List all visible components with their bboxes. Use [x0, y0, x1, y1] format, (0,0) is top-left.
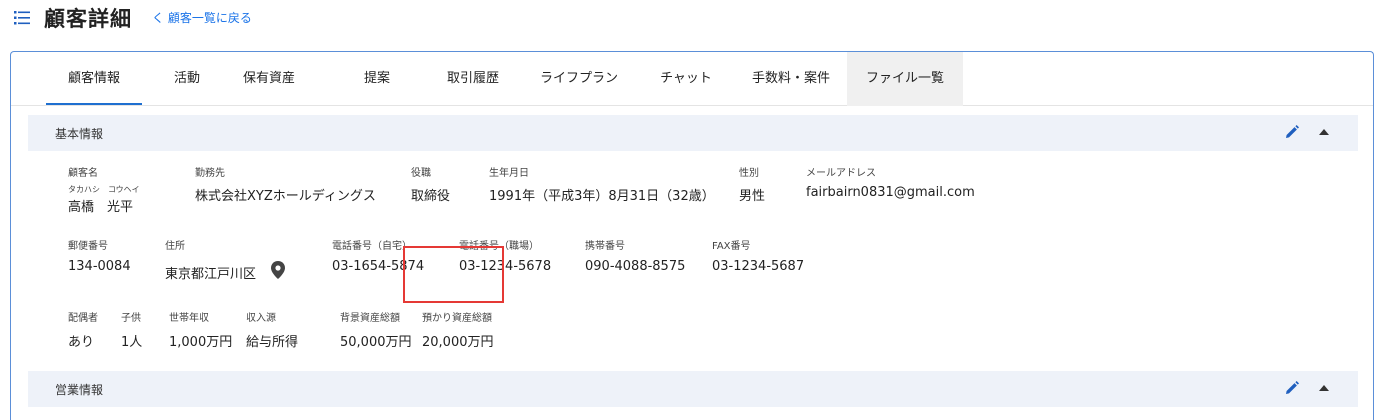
- birthdate-field: 生年月日 1991年（平成3年）8月31日（32歳）: [489, 164, 715, 204]
- field-label: 勤務先: [195, 168, 225, 179]
- field-label: 背景資産総額: [340, 313, 400, 324]
- field-label: FAX番号: [712, 241, 751, 252]
- field-label: 携帯番号: [585, 241, 625, 252]
- address-value: 東京都江戸川区: [165, 267, 257, 282]
- highlight-annotation: [403, 246, 504, 303]
- fax-field: FAX番号 03-1234-5687: [712, 237, 804, 274]
- postal-code-value: 134-0084: [68, 259, 131, 274]
- back-to-list-link[interactable]: く 顧客一覧に戻る: [152, 9, 252, 26]
- customer-name-field: 顧客名 タカハシ コウヘイ 高橋 光平: [68, 164, 140, 215]
- caret-up-icon[interactable]: [1319, 384, 1329, 392]
- household-income-field: 世帯年収 1,000万円: [169, 309, 232, 350]
- tab-chat[interactable]: チャット: [646, 52, 726, 106]
- email-value[interactable]: fairbairn0831@gmail.com: [806, 185, 975, 200]
- birthdate-value: 1991年（平成3年）8月31日（32歳）: [489, 189, 715, 204]
- field-label: 生年月日: [489, 168, 529, 179]
- income-source-value: 給与所得: [246, 335, 299, 350]
- field-label: メールアドレス: [806, 168, 876, 179]
- income-source-field: 収入源 給与所得: [246, 309, 298, 350]
- section-title: 営業情報: [55, 383, 104, 397]
- children-value: 1人: [121, 335, 143, 350]
- customer-detail-card: 顧客情報 活動 保有資産 提案 取引履歴 ライフプラン チャット 手数料・案件 …: [10, 51, 1374, 420]
- spouse-value: あり: [68, 335, 95, 350]
- field-label: 配偶者: [68, 313, 98, 324]
- tab-activity[interactable]: 活動: [161, 52, 213, 106]
- mobile-value: 090-4088-8575: [585, 259, 686, 274]
- tab-customer-info[interactable]: 顧客情報: [46, 52, 142, 105]
- field-label: 性別: [739, 168, 759, 179]
- household-income-value: 1,000万円: [169, 335, 233, 350]
- tab-life-plan[interactable]: ライフプラン: [525, 52, 633, 106]
- sales-info-header[interactable]: 営業情報: [28, 371, 1358, 407]
- children-field: 子供 1人: [121, 309, 142, 350]
- field-label: 子供: [121, 313, 141, 324]
- field-label: 顧客名: [68, 168, 98, 179]
- list-icon[interactable]: [14, 11, 30, 25]
- mobile-field: 携帯番号 090-4088-8575: [585, 237, 685, 274]
- page-title: 顧客詳細: [44, 7, 132, 31]
- gender-field: 性別 男性: [739, 164, 765, 204]
- email-field: メールアドレス fairbairn0831@gmail.com: [806, 164, 975, 200]
- field-label: 世帯年収: [169, 313, 209, 324]
- tab-file-list[interactable]: ファイル一覧: [847, 52, 963, 106]
- employer-value: 株式会社XYZホールディングス: [195, 189, 376, 204]
- tab-fees-cases[interactable]: 手数料・案件: [736, 52, 846, 106]
- caret-up-icon[interactable]: [1319, 128, 1329, 136]
- basic-info-header[interactable]: 基本情報: [28, 115, 1358, 151]
- deposited-assets-value: 20,000万円: [422, 335, 494, 350]
- field-label: 役職: [411, 168, 431, 179]
- field-label: 郵便番号: [68, 241, 108, 252]
- spouse-field: 配偶者 あり: [68, 309, 98, 350]
- name-kana: タカハシ コウヘイ: [68, 185, 140, 194]
- field-label: 預かり資産総額: [422, 313, 492, 324]
- tab-bar: 顧客情報 活動 保有資産 提案 取引履歴 ライフプラン チャット 手数料・案件 …: [11, 52, 1373, 106]
- deposited-assets-field: 預かり資産総額 20,000万円: [422, 309, 494, 350]
- field-label: 収入源: [246, 313, 276, 324]
- location-pin-icon[interactable]: [271, 261, 285, 279]
- tab-holdings[interactable]: 保有資産: [229, 52, 309, 106]
- section-title: 基本情報: [55, 127, 104, 141]
- address-field: 住所 東京都江戸川区: [165, 237, 256, 282]
- position-field: 役職 取締役: [411, 164, 450, 204]
- pencil-icon[interactable]: [1285, 125, 1299, 139]
- postal-code-field: 郵便番号 134-0084: [68, 237, 131, 274]
- customer-name: 高橋 光平: [68, 200, 134, 215]
- position-value: 取締役: [411, 189, 451, 204]
- background-assets-field: 背景資産総額 50,000万円: [340, 309, 412, 350]
- top-bar: 顧客詳細 く 顧客一覧に戻る: [0, 0, 1376, 40]
- tab-transaction-history[interactable]: 取引履歴: [433, 52, 513, 106]
- employer-field: 勤務先 株式会社XYZホールディングス: [195, 164, 376, 204]
- background-assets-value: 50,000万円: [340, 335, 412, 350]
- pencil-icon[interactable]: [1285, 381, 1299, 395]
- fax-value: 03-1234-5687: [712, 259, 805, 274]
- field-label: 住所: [165, 241, 185, 252]
- tab-proposal[interactable]: 提案: [351, 52, 403, 106]
- gender-value: 男性: [739, 189, 766, 204]
